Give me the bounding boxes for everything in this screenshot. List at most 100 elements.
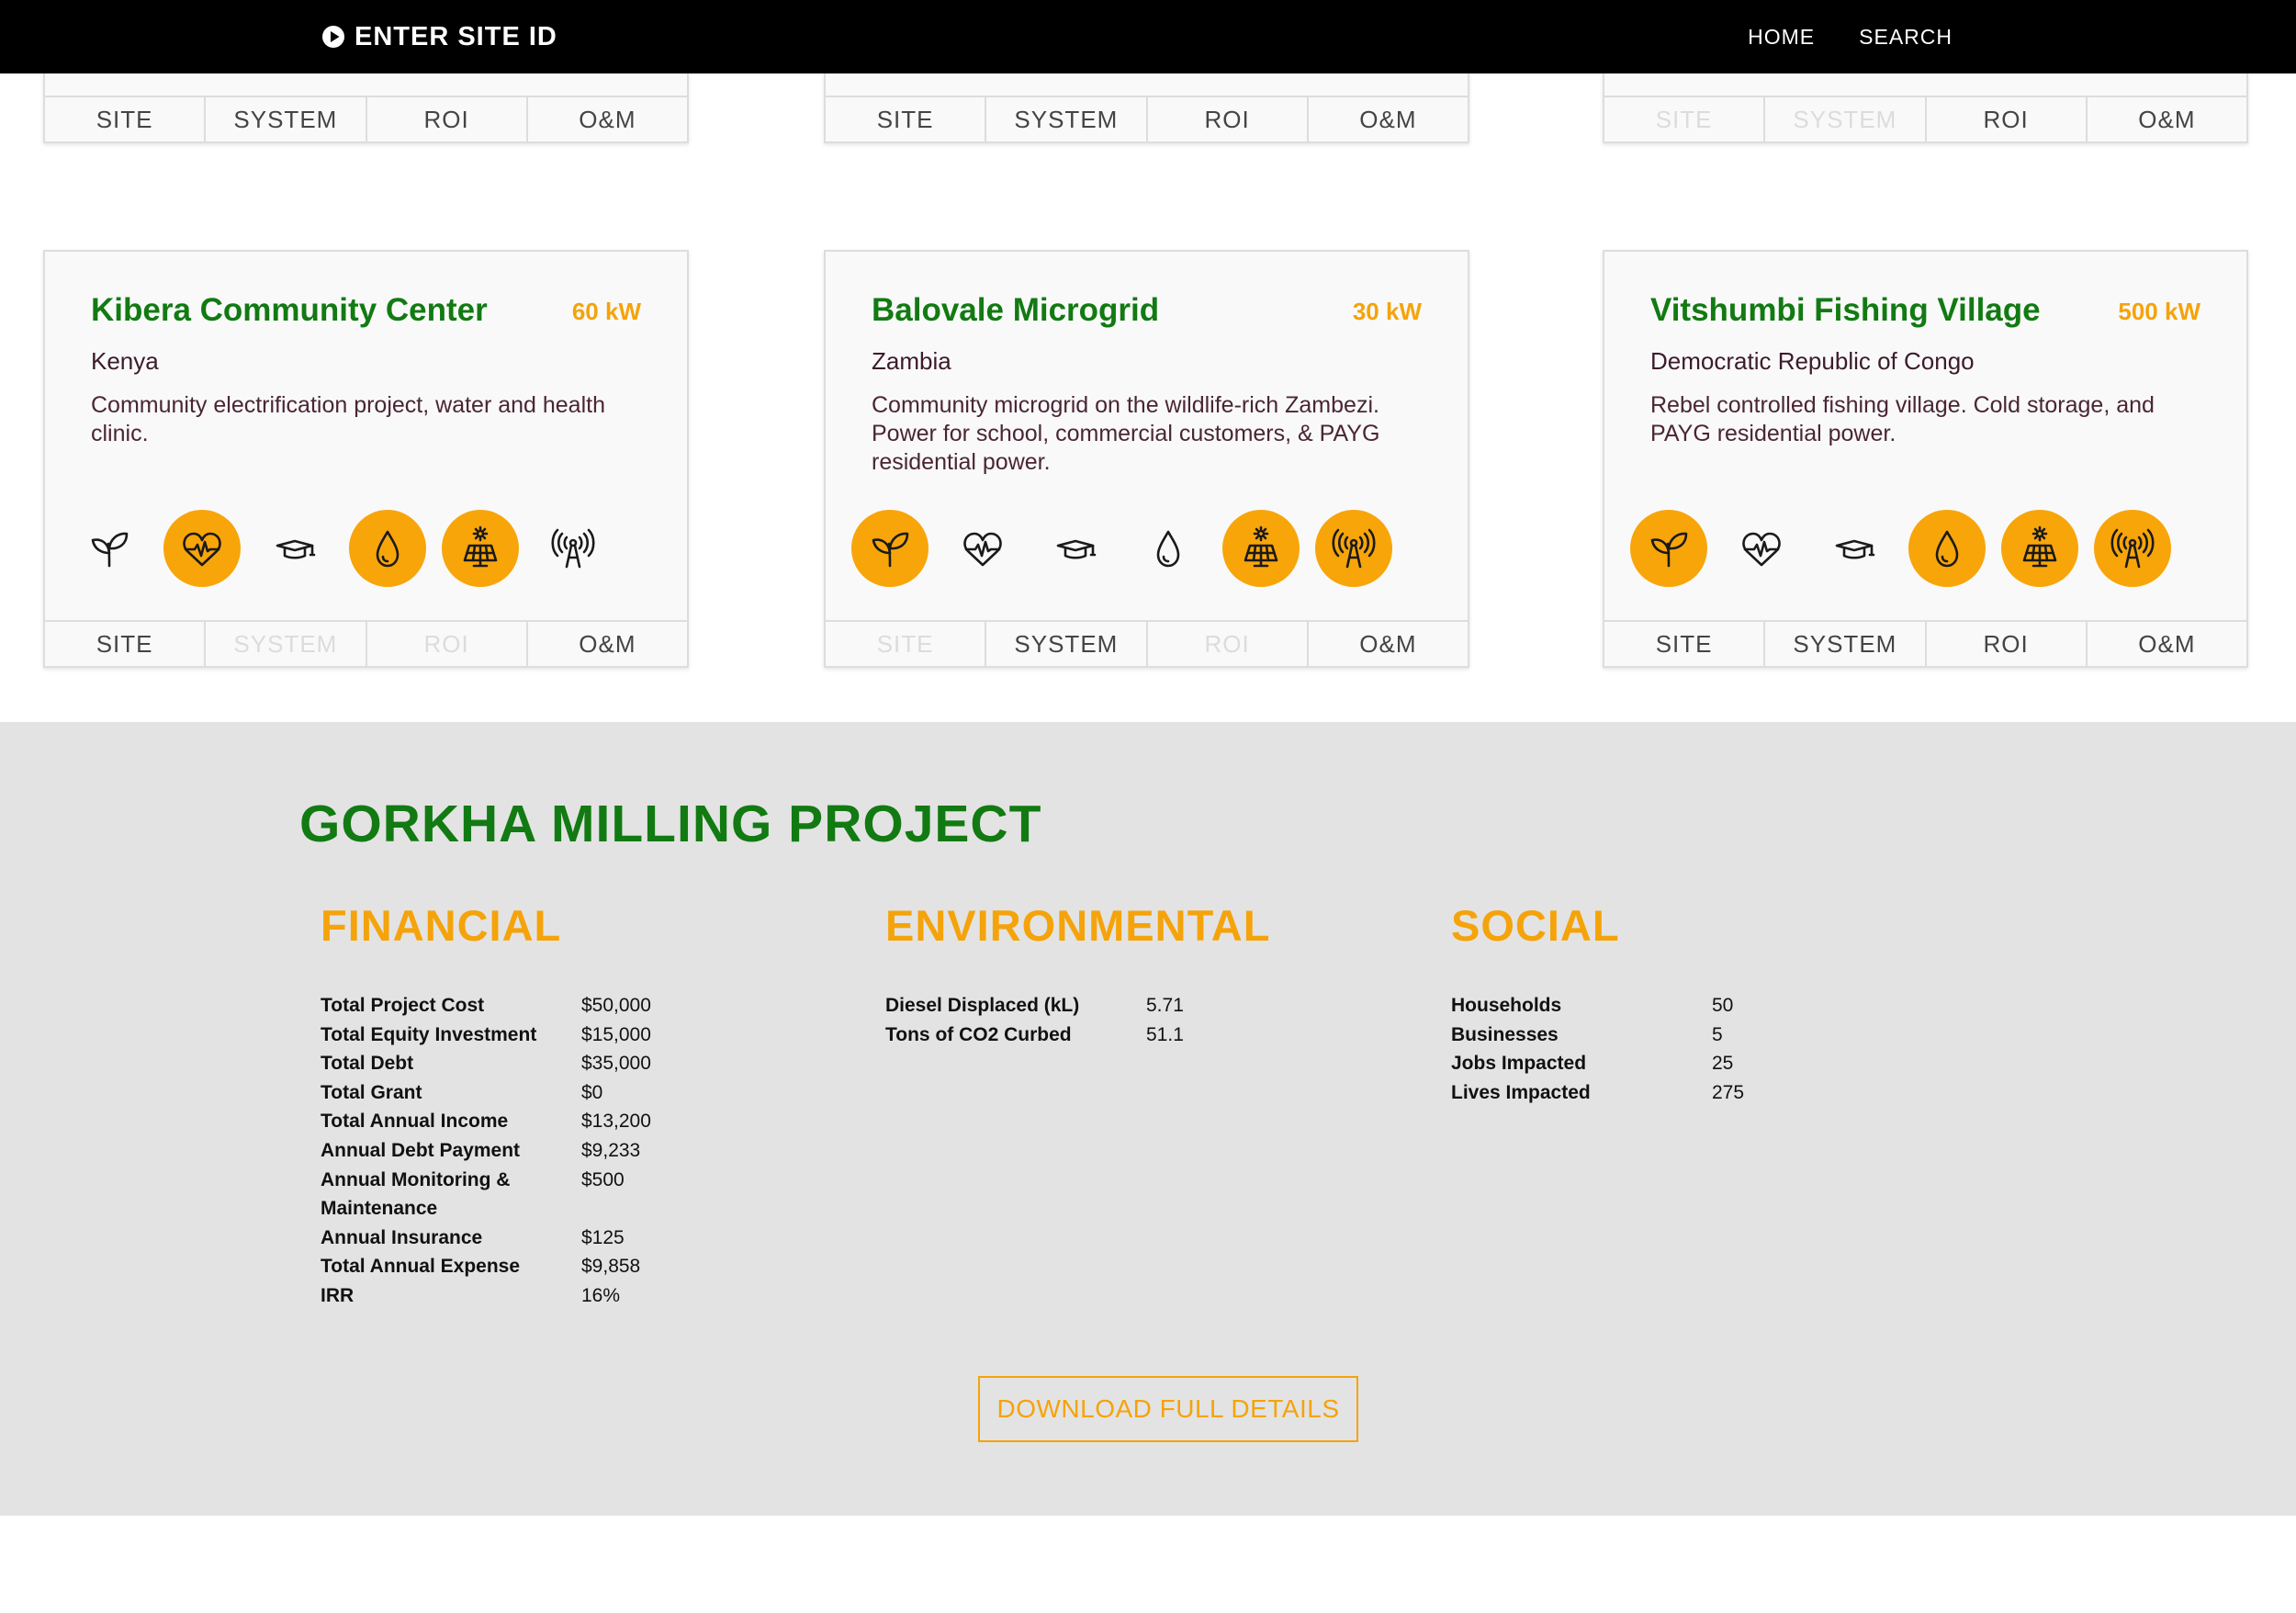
stat-label: Lives Impacted <box>1451 1081 1591 1103</box>
stat-label: Annual Debt Payment <box>321 1139 521 1161</box>
tab-site[interactable]: SITE <box>826 97 987 141</box>
environmental-heading: ENVIRONMENTAL <box>885 901 1271 950</box>
nav-home-link[interactable]: HOME <box>1748 25 1815 50</box>
tab-roi[interactable]: ROI <box>1926 622 2088 666</box>
stat-value: $50,000 <box>581 995 651 1016</box>
tab-roi[interactable]: ROI <box>1926 97 2088 141</box>
stat-label: Total Grant <box>321 1081 422 1103</box>
nav-search-link[interactable]: SEARCH <box>1859 25 1953 50</box>
stat-value: $500 <box>581 1168 625 1190</box>
site-title[interactable]: Vitshumbi Fishing Village <box>1650 292 2041 329</box>
card-tab-bar: SITE SYSTEM ROI O&M <box>826 96 1468 141</box>
tab-roi[interactable]: ROI <box>366 97 528 141</box>
stat-row: Total Equity Investment $15,000 <box>321 1021 651 1050</box>
stat-value: $0 <box>581 1081 603 1103</box>
stat-label: Tons of CO2 Curbed <box>885 1023 1072 1045</box>
tab-system[interactable]: SYSTEM <box>986 97 1148 141</box>
stat-value: $13,200 <box>581 1111 651 1133</box>
project-detail-panel: GORKHA MILLING PROJECT FINANCIAL Total P… <box>0 722 2296 1516</box>
leaf-icon <box>851 510 929 587</box>
stat-value: $9,858 <box>581 1256 641 1278</box>
card-tab-bar: SITE SYSTEM ROI O&M <box>826 620 1468 666</box>
stat-label: Total Equity Investment <box>321 1023 537 1045</box>
stat-row: Businesses 5 <box>1451 1021 1744 1050</box>
tab-om[interactable]: O&M <box>1308 97 1468 141</box>
stat-row: Total Annual Income $13,200 <box>321 1107 651 1136</box>
financial-heading: FINANCIAL <box>321 901 562 950</box>
social-column: SOCIAL Households 50 Businesses 5 Jobs Impac… <box>1451 900 1744 1107</box>
stat-label: Total Annual Expense <box>321 1256 521 1278</box>
nav-links: HOME SEARCH <box>1748 0 1953 73</box>
site-power: 500 kW <box>2118 298 2200 325</box>
download-full-details-button[interactable]: DOWNLOAD FULL DETAILS <box>978 1376 1358 1442</box>
stat-label: Total Project Cost <box>321 995 485 1016</box>
stat-row: Households 50 <box>1451 991 1744 1021</box>
tab-om[interactable]: O&M <box>527 97 687 141</box>
tab-system[interactable]: SYSTEM <box>986 622 1148 666</box>
tab-site[interactable]: SITE <box>45 97 207 141</box>
stat-value: 275 <box>1712 1081 1745 1103</box>
antenna-icon <box>2094 510 2171 587</box>
tab-site[interactable]: SITE <box>45 622 207 666</box>
stat-row: Total Annual Expense $9,858 <box>321 1252 651 1281</box>
stat-label: Businesses <box>1451 1023 1559 1045</box>
card-tab-bar: SITE SYSTEM ROI O&M <box>45 96 687 141</box>
site-card-partial: SITE SYSTEM ROI O&M <box>43 73 689 143</box>
water-drop-icon <box>1908 510 1986 587</box>
stat-row: Total Project Cost $50,000 <box>321 991 651 1021</box>
tab-roi[interactable]: ROI <box>1147 97 1309 141</box>
stat-value: $35,000 <box>581 1053 651 1075</box>
site-card-balovale[interactable]: Balovale Microgrid 30 kW Zambia Communit… <box>824 250 1469 668</box>
site-card-vitshumbi[interactable]: Vitshumbi Fishing Village 500 kW Democra… <box>1603 250 2248 668</box>
water-drop-icon <box>1130 510 1207 587</box>
site-card-partial: SITE SYSTEM ROI O&M <box>824 73 1469 143</box>
financial-rows: Total Project Cost $50,000 Total Equity In… <box>321 991 651 1311</box>
card-tab-bar: SITE SYSTEM ROI O&M <box>1604 96 2246 141</box>
solar-panel-icon <box>1222 510 1300 587</box>
site-country: Kenya <box>91 347 159 375</box>
enter-site-id-link[interactable]: ENTER SITE ID <box>321 0 557 73</box>
top-nav-bar: ENTER SITE ID HOME SEARCH <box>0 0 2296 73</box>
site-description: Rebel controlled fishing village. Cold s… <box>1650 392 2155 446</box>
stat-value: 51.1 <box>1146 1023 1184 1045</box>
impact-icons <box>71 510 612 587</box>
stat-label: Annual Insurance <box>321 1226 483 1248</box>
environmental-rows: Diesel Displaced (kL) 5.71 Tons of CO2 Cur… <box>885 991 1270 1049</box>
site-country: Zambia <box>872 347 951 375</box>
card-tab-bar: SITE SYSTEM ROI O&M <box>1604 620 2246 666</box>
stat-value: $15,000 <box>581 1023 651 1045</box>
tab-om[interactable]: O&M <box>2087 97 2246 141</box>
site-card-partial: SITE SYSTEM ROI O&M <box>1603 73 2248 143</box>
tab-system[interactable]: SYSTEM <box>206 622 367 666</box>
stat-label: Annual Monitoring & Maintenance <box>321 1168 511 1220</box>
tab-roi[interactable]: ROI <box>1147 622 1309 666</box>
tab-om[interactable]: O&M <box>1308 622 1468 666</box>
tab-om[interactable]: O&M <box>527 622 687 666</box>
graduation-cap-icon <box>256 510 333 587</box>
stat-row: IRR 16% <box>321 1281 651 1311</box>
heart-health-icon <box>944 510 1021 587</box>
social-heading: SOCIAL <box>1451 901 1620 950</box>
solar-panel-icon <box>442 510 519 587</box>
tab-site[interactable]: SITE <box>826 622 987 666</box>
stat-value: 5.71 <box>1146 995 1184 1016</box>
tab-roi[interactable]: ROI <box>366 622 528 666</box>
tab-om[interactable]: O&M <box>2087 622 2246 666</box>
site-card-kibera[interactable]: Kibera Community Center 60 kW Kenya Comm… <box>43 250 689 668</box>
site-title[interactable]: Kibera Community Center <box>91 292 488 329</box>
tab-system[interactable]: SYSTEM <box>1765 97 1927 141</box>
tab-system[interactable]: SYSTEM <box>1765 622 1927 666</box>
stat-value: 25 <box>1712 1053 1734 1075</box>
stat-value: 16% <box>581 1284 621 1306</box>
stat-row: Annual Monitoring & Maintenance $500 <box>321 1166 651 1224</box>
stat-row: Total Grant $0 <box>321 1078 651 1108</box>
tab-site[interactable]: SITE <box>1604 97 1766 141</box>
site-title[interactable]: Balovale Microgrid <box>872 292 1159 329</box>
financial-column: FINANCIAL Total Project Cost $50,000 Total… <box>321 900 651 1311</box>
card-tab-bar: SITE SYSTEM ROI O&M <box>45 620 687 666</box>
tab-system[interactable]: SYSTEM <box>206 97 367 141</box>
antenna-icon <box>535 510 612 587</box>
tab-site[interactable]: SITE <box>1604 622 1766 666</box>
solar-panel-icon <box>2001 510 2078 587</box>
stat-row: Tons of CO2 Curbed 51.1 <box>885 1021 1270 1050</box>
